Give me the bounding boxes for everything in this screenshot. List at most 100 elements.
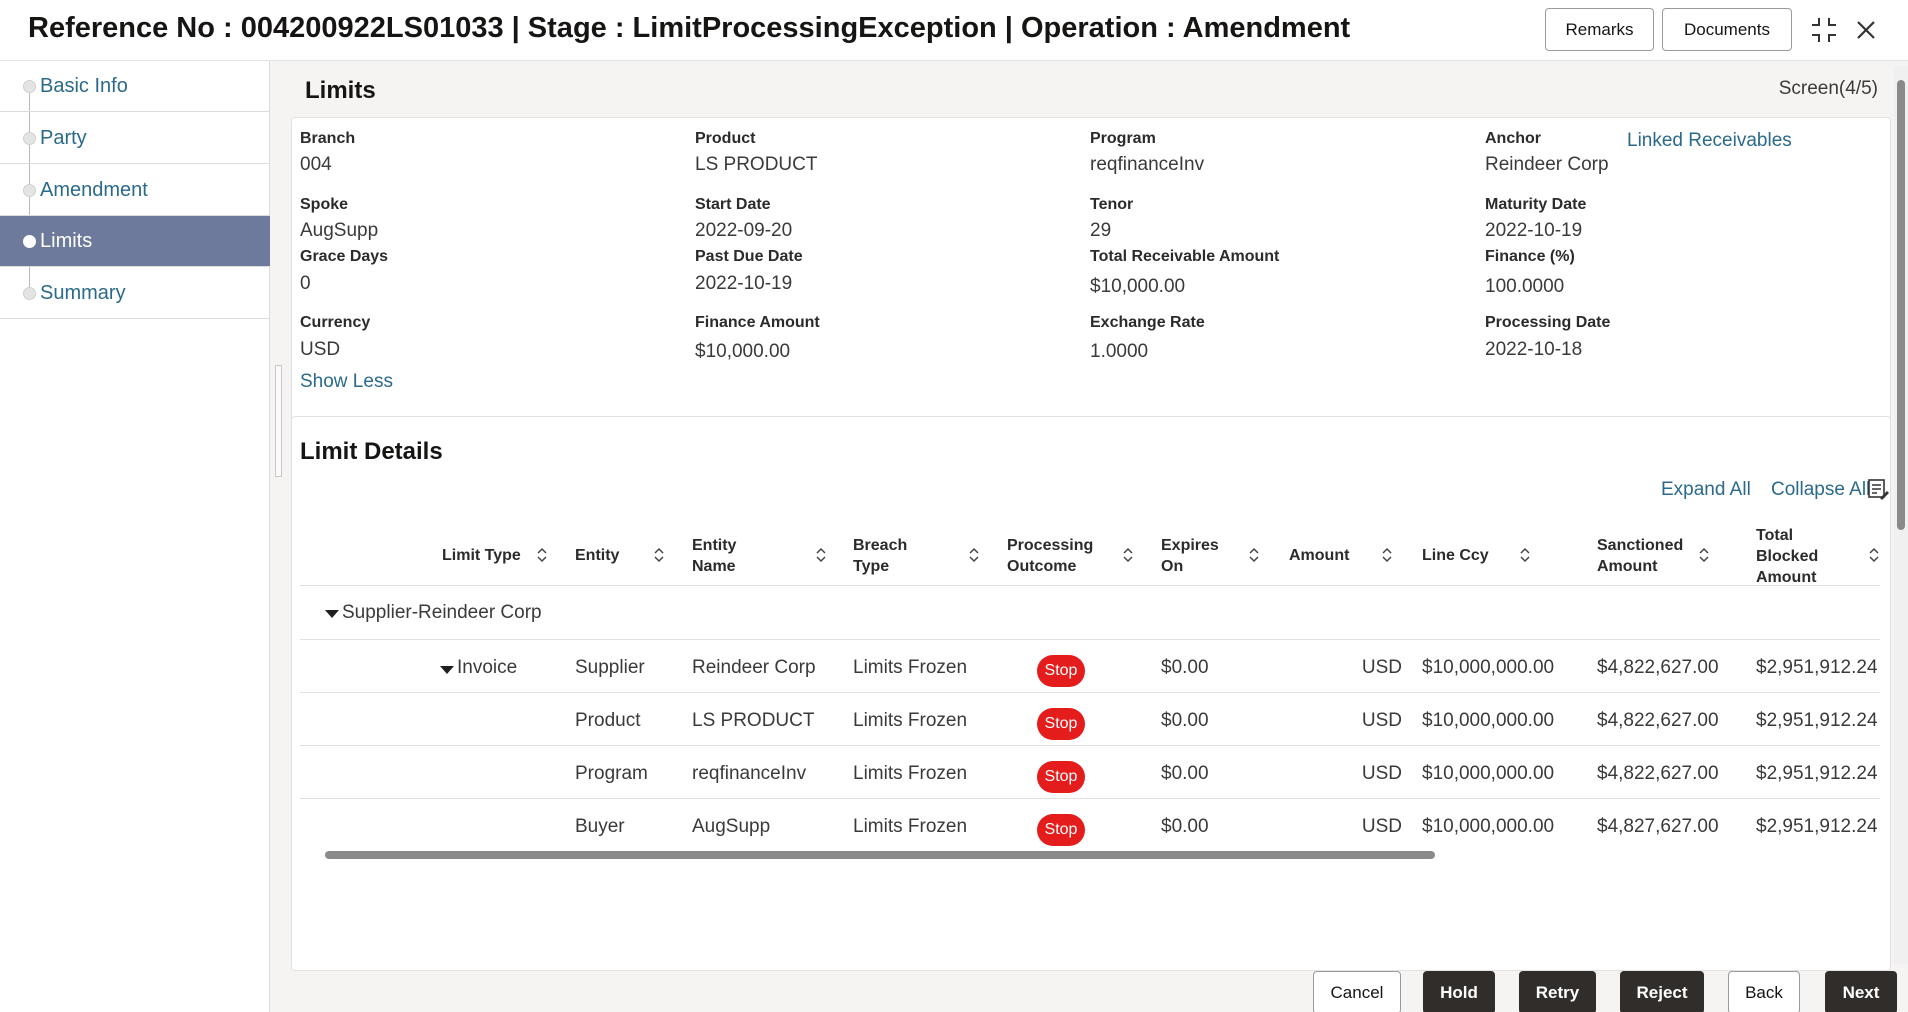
sort-icon[interactable] bbox=[1869, 547, 1879, 563]
col-sanctioned-amount[interactable]: Sanctioned Amount bbox=[1597, 535, 1687, 577]
grace-days-label: Grace Days bbox=[300, 248, 389, 265]
past-due-date-value: 2022-10-19 bbox=[695, 273, 793, 294]
row-divider bbox=[300, 745, 1880, 746]
sidebar-item-amendment[interactable]: Amendment bbox=[0, 165, 270, 216]
status-badge: Stop bbox=[1037, 814, 1085, 846]
branch-label: Branch bbox=[300, 130, 356, 147]
section-title: Limits bbox=[305, 77, 376, 104]
col-total-blocked-amount[interactable]: Total Blocked Amount bbox=[1756, 525, 1826, 588]
cell-entity: Supplier bbox=[575, 657, 645, 678]
sidebar-item-limits[interactable]: Limits bbox=[0, 216, 270, 267]
start-date-label: Start Date bbox=[695, 196, 771, 213]
sort-icon[interactable] bbox=[537, 547, 547, 563]
cell-total-blocked-amount: $2,951,912.24 bbox=[1756, 710, 1878, 731]
scrollbar-thumb[interactable] bbox=[325, 851, 1435, 859]
page-title: Reference No : 004200922LS01033 | Stage … bbox=[28, 12, 1351, 44]
cell-line-ccy: $10,000,000.00 bbox=[1422, 710, 1555, 731]
cell-entity-name: LS PRODUCT bbox=[692, 710, 815, 731]
sort-icon[interactable] bbox=[1382, 547, 1392, 563]
col-expires-on[interactable]: Expires On bbox=[1161, 535, 1231, 577]
retry-button[interactable]: Retry bbox=[1519, 971, 1596, 1012]
cell-amount: USD bbox=[1361, 657, 1402, 678]
back-button[interactable]: Back bbox=[1728, 971, 1800, 1012]
col-breach-type[interactable]: Breach Type bbox=[853, 535, 933, 577]
status-badge: Stop bbox=[1037, 761, 1085, 793]
vertical-scrollbar[interactable] bbox=[1894, 66, 1908, 964]
product-value: LS PRODUCT bbox=[695, 154, 818, 175]
status-badge: Stop bbox=[1037, 708, 1085, 740]
cell-breach-type: Limits Frozen bbox=[853, 657, 968, 678]
collapse-all-link[interactable]: Collapse All bbox=[1771, 479, 1870, 501]
expand-all-link[interactable]: Expand All bbox=[1661, 479, 1751, 501]
minimize-icon[interactable] bbox=[1808, 14, 1840, 46]
sidebar-item-basic-info[interactable]: Basic Info bbox=[0, 61, 270, 112]
col-amount[interactable]: Amount bbox=[1289, 545, 1349, 566]
cell-total-blocked-amount: $2,951,912.24 bbox=[1756, 763, 1878, 784]
sort-icon[interactable] bbox=[654, 547, 664, 563]
sort-icon[interactable] bbox=[1123, 547, 1133, 563]
cell-sanctioned-amount: $4,822,627.00 bbox=[1597, 763, 1719, 784]
cell-sanctioned-amount: $4,822,627.00 bbox=[1597, 657, 1719, 678]
cancel-button[interactable]: Cancel bbox=[1313, 971, 1401, 1012]
close-icon[interactable] bbox=[1850, 14, 1882, 46]
sidebar-item-label: Basic Info bbox=[40, 75, 128, 97]
hold-button[interactable]: Hold bbox=[1423, 971, 1495, 1012]
sort-icon[interactable] bbox=[816, 547, 826, 563]
col-processing-outcome[interactable]: Processing Outcome bbox=[1007, 535, 1102, 577]
spoke-value: AugSupp bbox=[300, 220, 379, 241]
show-less-link[interactable]: Show Less bbox=[300, 371, 393, 393]
row-divider bbox=[300, 692, 1880, 693]
sort-icon[interactable] bbox=[1249, 547, 1259, 563]
processing-date-value: 2022-10-18 bbox=[1485, 339, 1583, 360]
step-dot bbox=[23, 287, 36, 300]
documents-button[interactable]: Documents bbox=[1662, 8, 1792, 51]
reject-button[interactable]: Reject bbox=[1620, 971, 1704, 1012]
linked-receivables-link[interactable]: Linked Receivables bbox=[1627, 130, 1792, 152]
caret-down-icon[interactable] bbox=[440, 666, 454, 674]
processing-date-label: Processing Date bbox=[1485, 314, 1611, 331]
next-button[interactable]: Next bbox=[1825, 971, 1897, 1012]
row-divider bbox=[300, 639, 1880, 640]
limit-details-card: Limit Details Expand All Collapse All Li… bbox=[291, 416, 1891, 971]
exchange-rate-label: Exchange Rate bbox=[1090, 314, 1205, 331]
cell-total-blocked-amount: $2,951,912.24 bbox=[1756, 816, 1878, 837]
screen-indicator: Screen(4/5) bbox=[1778, 78, 1878, 99]
start-date-value: 2022-09-20 bbox=[695, 220, 793, 241]
horizontal-scrollbar[interactable] bbox=[300, 849, 1880, 861]
cell-amount: USD bbox=[1361, 816, 1402, 837]
col-entity-name[interactable]: Entity Name bbox=[692, 535, 772, 577]
finance-amount-label: Finance Amount bbox=[695, 314, 820, 331]
currency-value: USD bbox=[300, 339, 341, 360]
row-divider bbox=[300, 798, 1880, 799]
spoke-label: Spoke bbox=[300, 196, 349, 213]
col-entity[interactable]: Entity bbox=[575, 545, 619, 566]
col-limit-type[interactable]: Limit Type bbox=[442, 545, 521, 566]
sidebar-item-party[interactable]: Party bbox=[0, 113, 270, 164]
step-dot bbox=[23, 132, 36, 145]
sort-icon[interactable] bbox=[1520, 547, 1530, 563]
col-line-ccy[interactable]: Line Ccy bbox=[1422, 545, 1489, 566]
limit-details-title: Limit Details bbox=[300, 438, 443, 465]
step-dot bbox=[23, 235, 36, 248]
program-value: reqfinanceInv bbox=[1090, 154, 1205, 175]
currency-label: Currency bbox=[300, 314, 371, 331]
cell-entity-name: AugSupp bbox=[692, 816, 771, 837]
sort-icon[interactable] bbox=[1699, 547, 1709, 563]
caret-down-icon[interactable] bbox=[325, 610, 339, 618]
cell-expires-on: $0.00 bbox=[1161, 763, 1209, 784]
footer-bar: Cancel Hold Retry Reject Back Next bbox=[0, 966, 1908, 1012]
tenor-label: Tenor bbox=[1090, 196, 1134, 213]
table-settings-icon[interactable] bbox=[1867, 478, 1889, 505]
remarks-button[interactable]: Remarks bbox=[1545, 8, 1654, 51]
cell-sanctioned-amount: $4,822,627.00 bbox=[1597, 710, 1719, 731]
scrollbar-thumb[interactable] bbox=[1897, 80, 1905, 530]
sort-icon[interactable] bbox=[969, 547, 979, 563]
cell-breach-type: Limits Frozen bbox=[853, 816, 968, 837]
cell-amount: USD bbox=[1361, 763, 1402, 784]
total-receivable-amount-label: Total Receivable Amount bbox=[1090, 248, 1280, 265]
cell-line-ccy: $10,000,000.00 bbox=[1422, 657, 1555, 678]
sidebar: Basic Info Party Amendment Limits Summar… bbox=[0, 61, 270, 1012]
sidebar-item-summary[interactable]: Summary bbox=[0, 268, 270, 319]
cell-breach-type: Limits Frozen bbox=[853, 710, 968, 731]
tenor-value: 29 bbox=[1090, 220, 1112, 241]
